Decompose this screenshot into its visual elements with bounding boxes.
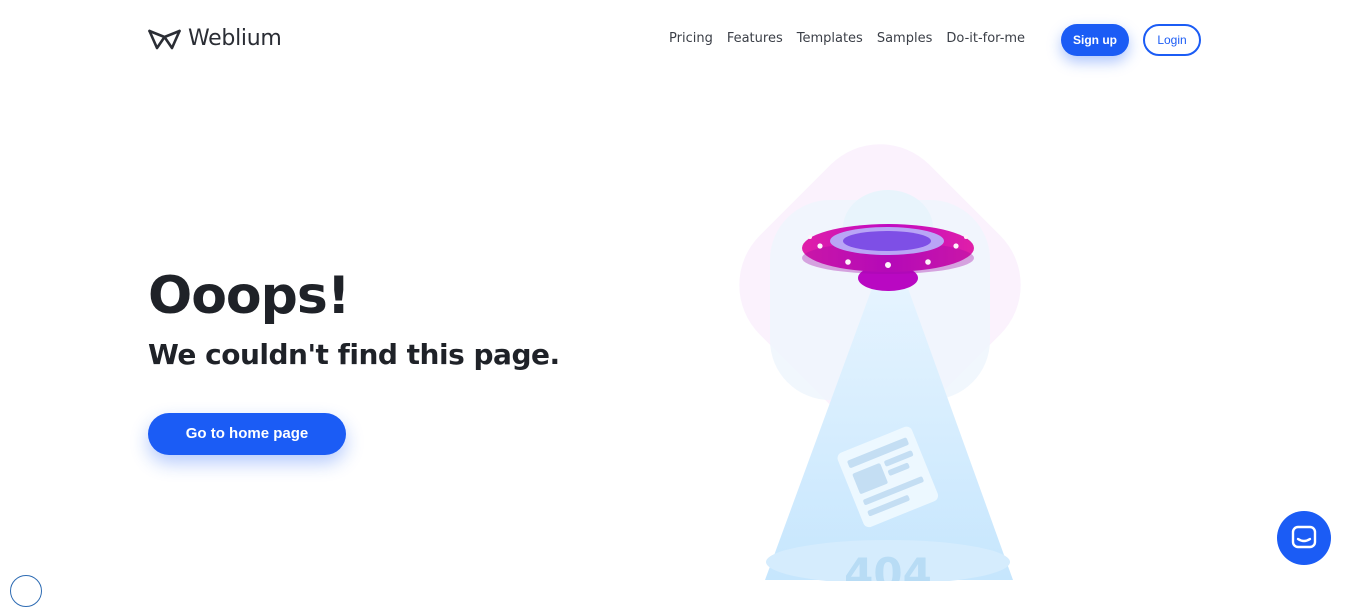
go-home-button[interactable]: Go to home page bbox=[148, 413, 346, 455]
nav-item-features[interactable]: Features bbox=[727, 31, 783, 46]
nav-item-samples[interactable]: Samples bbox=[877, 31, 933, 46]
corner-widget-icon[interactable] bbox=[10, 575, 42, 607]
page-title: Ooops! bbox=[148, 266, 351, 326]
signup-button[interactable]: Sign up bbox=[1061, 24, 1129, 56]
page-subtitle: We couldn't find this page. bbox=[148, 338, 560, 371]
ufo-illustration: 404 bbox=[730, 110, 1050, 598]
login-button[interactable]: Login bbox=[1143, 24, 1201, 56]
brand-logo[interactable]: Weblium bbox=[148, 26, 282, 51]
chat-launcher-button[interactable] bbox=[1277, 511, 1331, 565]
nav-item-do-it-for-me[interactable]: Do-it-for-me bbox=[946, 31, 1025, 46]
nav-item-templates[interactable]: Templates bbox=[797, 31, 863, 46]
nav-item-pricing[interactable]: Pricing bbox=[669, 31, 713, 46]
ground-404-label: 404 bbox=[844, 549, 932, 581]
site-header: Weblium Pricing Features Templates Sampl… bbox=[0, 0, 1345, 80]
weblium-logo-icon bbox=[148, 29, 181, 49]
brand-name: Weblium bbox=[188, 26, 282, 51]
chat-icon bbox=[1291, 525, 1317, 549]
main-nav: Pricing Features Templates Samples Do-it… bbox=[669, 31, 1025, 46]
